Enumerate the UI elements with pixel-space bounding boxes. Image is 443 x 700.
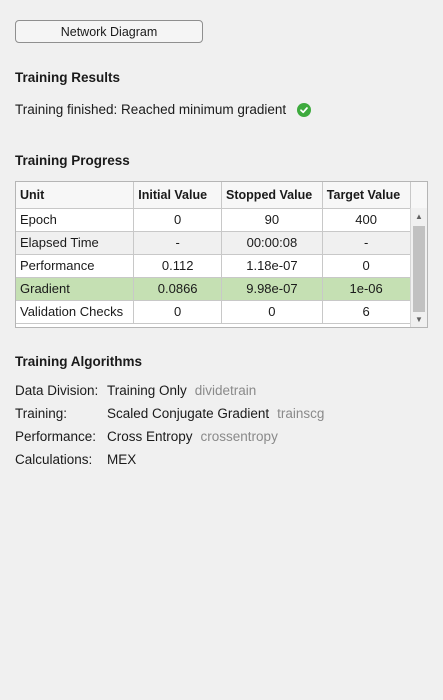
cell-unit: Performance: [16, 254, 135, 278]
algo-value: Scaled Conjugate Gradient: [107, 406, 270, 421]
column-header-target-value[interactable]: Target Value: [322, 182, 411, 209]
cell-initial: 0.112: [133, 254, 223, 278]
table-header-row: Unit Initial Value Stopped Value Target …: [16, 182, 427, 209]
table-row-elapsed-time[interactable]: Elapsed Time - 00:00:08 -: [16, 231, 427, 255]
cell-initial: 0: [133, 208, 223, 232]
network-diagram-button[interactable]: Network Diagram: [15, 20, 203, 43]
cell-unit: Validation Checks: [16, 300, 135, 324]
column-header-initial-value[interactable]: Initial Value: [133, 182, 223, 209]
cell-unit: Elapsed Time: [16, 231, 135, 255]
training-progress-heading: Training Progress: [15, 153, 130, 168]
cell-initial: 0: [133, 300, 223, 324]
column-header-stopped-value[interactable]: Stopped Value: [221, 182, 323, 209]
table-row-validation-checks[interactable]: Validation Checks 0 0 6: [16, 300, 427, 324]
algo-function-name: dividetrain: [194, 383, 257, 398]
training-status-text: Training finished: Reached minimum gradi…: [15, 102, 287, 117]
algo-function-name: crossentropy: [200, 429, 278, 444]
cell-stopped: 00:00:08: [221, 231, 323, 255]
algo-value-group: Cross Entropy crossentropy: [107, 429, 278, 444]
algo-value: MEX: [107, 452, 137, 467]
algo-value-group: Training Only dividetrain: [107, 383, 256, 398]
cell-target: 0: [322, 254, 411, 278]
cell-target: -: [322, 231, 411, 255]
cell-initial: -: [133, 231, 223, 255]
algo-value-group: Scaled Conjugate Gradient trainscg: [107, 406, 324, 421]
algo-value-group: MEX: [107, 452, 136, 467]
cell-stopped: 1.18e-07: [221, 254, 323, 278]
scrollbar-thumb[interactable]: [413, 226, 425, 312]
cell-unit: Epoch: [16, 208, 135, 232]
scroll-up-arrow-icon[interactable]: ▲: [411, 208, 427, 224]
algo-label: Calculations:: [15, 452, 93, 467]
cell-stopped: 0: [221, 300, 323, 324]
table-row-gradient[interactable]: Gradient 0.0866 9.98e-07 1e-06: [16, 277, 427, 301]
cell-target: 400: [322, 208, 411, 232]
cell-unit: Gradient: [16, 277, 135, 301]
training-algorithms-heading: Training Algorithms: [15, 354, 143, 369]
cell-initial: 0.0866: [133, 277, 223, 301]
table-vertical-scrollbar[interactable]: ▲ ▼: [410, 208, 427, 327]
cell-stopped: 90: [221, 208, 323, 232]
cell-stopped: 9.98e-07: [221, 277, 323, 301]
training-progress-table: Unit Initial Value Stopped Value Target …: [15, 181, 428, 328]
cell-target: 6: [322, 300, 411, 324]
algo-function-name: trainscg: [277, 406, 325, 421]
success-check-icon: [297, 102, 312, 117]
cell-target: 1e-06: [322, 277, 411, 301]
algo-label: Performance:: [15, 429, 97, 444]
algo-label: Data Division:: [15, 383, 99, 398]
column-header-spacer: [410, 182, 427, 209]
algo-value: Cross Entropy: [107, 429, 193, 444]
algo-label: Training:: [15, 406, 68, 421]
algo-value: Training Only: [107, 383, 187, 398]
scroll-down-arrow-icon[interactable]: ▼: [411, 311, 427, 327]
training-results-heading: Training Results: [15, 70, 121, 85]
table-row-performance[interactable]: Performance 0.112 1.18e-07 0: [16, 254, 427, 278]
column-header-unit[interactable]: Unit: [16, 182, 135, 209]
table-row-epoch[interactable]: Epoch 0 90 400: [16, 208, 427, 232]
training-status: Training finished: Reached minimum gradi…: [15, 102, 312, 117]
